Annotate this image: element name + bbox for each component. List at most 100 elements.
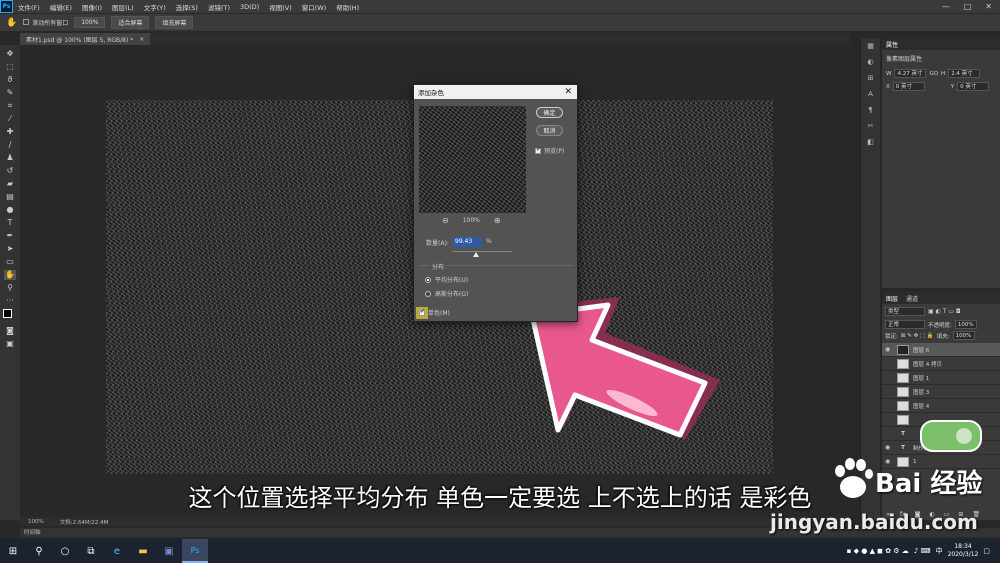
ok-button[interactable]: 确定 <box>536 107 563 118</box>
windows-start-icon[interactable]: ⊞ <box>0 539 26 563</box>
height-field[interactable]: 2.4 英寸 <box>948 69 981 78</box>
menu-window[interactable]: 窗口(W) <box>297 2 332 12</box>
menu-filter[interactable]: 滤镜(T) <box>203 2 235 12</box>
zoom-100-button[interactable]: 100% <box>74 17 106 28</box>
menu-file[interactable]: 文件(F) <box>13 2 45 12</box>
tray-more-icons[interactable]: ♪ ⌨ <box>914 547 931 555</box>
visibility-eye-icon[interactable]: ◉ <box>885 346 893 353</box>
tray-app-icons[interactable]: ▪ ◆ ● ▲ ◼ ✿ ⚙ ☁ <box>847 547 909 555</box>
color-swatches[interactable] <box>3 309 17 323</box>
file-explorer-icon[interactable]: ▬ <box>130 539 156 563</box>
pen-icon[interactable]: ✒ <box>4 231 16 241</box>
notification-icon[interactable]: ▢ <box>983 547 990 555</box>
amount-input[interactable]: 99.43 <box>453 237 482 247</box>
foreground-color-swatch[interactable] <box>3 309 12 318</box>
uniform-radio[interactable] <box>425 276 431 283</box>
menu-type[interactable]: 文字(Y) <box>139 2 171 12</box>
maximize-button[interactable]: □ <box>964 2 972 11</box>
y-field[interactable]: 0 英寸 <box>957 82 990 91</box>
blend-mode-select[interactable]: 正常 <box>885 320 925 329</box>
status-zoom[interactable]: 100% <box>28 519 44 525</box>
timeline-label[interactable]: 时间轴 <box>24 530 41 536</box>
uniform-option[interactable]: 平均分布(U) <box>425 275 468 284</box>
x-field[interactable]: 0 英寸 <box>892 82 925 91</box>
menu-help[interactable]: 帮助(H) <box>331 2 364 12</box>
libraries-panel-icon[interactable]: ⊞ <box>866 74 876 84</box>
amount-slider-thumb[interactable] <box>473 252 479 257</box>
visibility-eye-icon[interactable]: ◉ <box>885 444 893 451</box>
more-tools-icon[interactable]: ··· <box>4 296 16 306</box>
stamp-icon[interactable]: ♟ <box>4 153 16 163</box>
mono-checkbox[interactable] <box>419 308 425 316</box>
brush-icon[interactable]: ∕ <box>4 140 16 150</box>
status-doc-size[interactable]: 文档:2.64M/22.4M <box>60 518 109 526</box>
character-panel-icon[interactable]: A <box>866 90 876 100</box>
input-language[interactable]: 中 <box>936 546 943 556</box>
gaussian-radio[interactable] <box>425 290 431 297</box>
task-view-icon[interactable]: ⧉ <box>78 539 104 563</box>
fill-screen-button[interactable]: 填充屏幕 <box>155 16 194 29</box>
marquee-icon[interactable]: ⬚ <box>4 62 16 72</box>
menu-layer[interactable]: 图层(L) <box>107 2 139 12</box>
info-panel-icon[interactable]: ◧ <box>866 138 876 148</box>
browser-icon[interactable]: e <box>104 539 130 563</box>
history-brush-icon[interactable]: ↺ <box>4 166 16 176</box>
link-label[interactable]: GO <box>929 71 938 77</box>
layer-row[interactable]: 图层 4 拷贝 <box>882 357 1000 371</box>
gaussian-option[interactable]: 高斯分布(G) <box>425 289 468 298</box>
minimize-button[interactable]: — <box>942 2 950 11</box>
paragraph-panel-icon[interactable]: ¶ <box>866 106 876 116</box>
blur-icon[interactable]: ● <box>4 205 16 215</box>
lasso-icon[interactable]: ϑ <box>4 75 16 85</box>
layer-row[interactable]: 图层 1 <box>882 371 1000 385</box>
photoshop-taskbar-icon[interactable]: Ps <box>182 539 208 563</box>
tools-preset-icon[interactable]: ✂ <box>866 122 876 132</box>
mono-option[interactable]: 单色(M) <box>419 308 450 317</box>
clock[interactable]: 18:34 2020/3/12 <box>948 543 979 559</box>
eraser-icon[interactable]: ▰ <box>4 179 16 189</box>
crop-icon[interactable]: ⌗ <box>4 101 16 111</box>
hand-icon[interactable]: ✋ <box>4 270 16 280</box>
menu-edit[interactable]: 编辑(E) <box>45 2 77 12</box>
zoom-in-icon[interactable]: ⊕ <box>494 216 501 225</box>
properties-tab[interactable]: 属性 <box>886 40 898 49</box>
eyedropper-icon[interactable]: ⁄ <box>4 114 16 124</box>
gradient-icon[interactable]: ▤ <box>4 192 16 202</box>
media-app-icon[interactable]: ▣ <box>156 539 182 563</box>
menu-view[interactable]: 视图(V) <box>264 2 297 12</box>
quick-select-icon[interactable]: ✎ <box>4 88 16 98</box>
width-field[interactable]: 4.27 英寸 <box>894 69 927 78</box>
preview-checkbox[interactable] <box>535 146 541 154</box>
hand-tool-icon[interactable]: ✋ <box>6 18 17 28</box>
path-select-icon[interactable]: ➤ <box>4 244 16 254</box>
zoom-icon[interactable]: ⚲ <box>4 283 16 293</box>
fill-field[interactable]: 100% <box>952 331 975 340</box>
menu-image[interactable]: 图像(I) <box>77 2 107 12</box>
shape-icon[interactable]: ▭ <box>4 257 16 267</box>
healing-icon[interactable]: ✚ <box>4 127 16 137</box>
document-tab-close-icon[interactable]: × <box>139 36 144 43</box>
cortana-icon[interactable]: ○ <box>52 539 78 563</box>
history-panel-icon[interactable]: ▦ <box>866 42 876 52</box>
filter-icons[interactable]: ▣ ◐ T ▭ ◘ <box>928 308 961 315</box>
layers-tab[interactable]: 图层 <box>886 294 898 303</box>
dialog-close-icon[interactable]: ✕ <box>564 87 577 97</box>
search-icon[interactable]: ⚲ <box>26 539 52 563</box>
preview-option[interactable]: 预览(P) <box>535 146 564 155</box>
menu-select[interactable]: 选择(S) <box>171 2 203 12</box>
noise-preview[interactable] <box>419 106 526 213</box>
layer-row[interactable]: ◉ 图层 6 <box>882 343 1000 357</box>
move-icon[interactable]: ✥ <box>4 49 16 59</box>
quick-mask-icon[interactable]: ◙ <box>4 326 16 336</box>
layer-row[interactable]: 图层 3 <box>882 385 1000 399</box>
opacity-field[interactable]: 100% <box>954 320 977 329</box>
dialog-titlebar[interactable]: 添加杂色 ✕ <box>414 85 577 99</box>
close-window-button[interactable]: ✕ <box>985 2 992 11</box>
cancel-button[interactable]: 取消 <box>536 125 563 136</box>
menu-3d[interactable]: 3D(D) <box>235 3 264 11</box>
screen-mode-icon[interactable]: ▣ <box>4 339 16 349</box>
adjustments-panel-icon[interactable]: ◐ <box>866 58 876 68</box>
layer-row[interactable]: 图层 4 <box>882 399 1000 413</box>
fit-screen-button[interactable]: 适合屏幕 <box>111 16 150 29</box>
amount-slider-track[interactable] <box>452 251 512 252</box>
